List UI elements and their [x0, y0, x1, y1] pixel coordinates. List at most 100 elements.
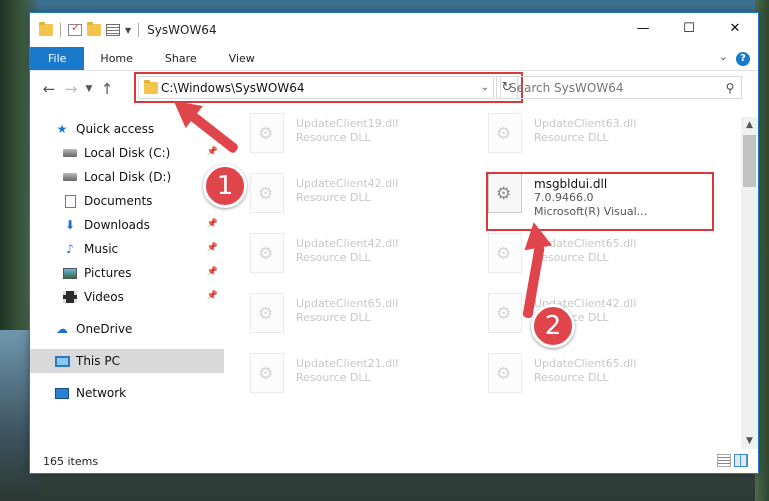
file-description: Resource DLL — [296, 131, 371, 144]
star-icon: ★ — [56, 122, 68, 136]
file-name: msgbldui.dll — [534, 177, 608, 191]
annotation-arrowhead-2 — [519, 219, 553, 251]
sidebar-item-label: Network — [76, 386, 127, 400]
address-bar[interactable]: C:\Windows\SysWOW64 ⌄ — [138, 76, 494, 99]
large-icons-view-icon[interactable] — [734, 454, 748, 467]
maximize-button[interactable]: ☐ — [666, 13, 712, 43]
file-tile[interactable]: UpdateClient42.dllResource DLL — [250, 173, 470, 223]
up-arrow-icon[interactable]: ↑ — [96, 80, 118, 98]
videos-icon — [62, 290, 78, 304]
file-tile[interactable]: UpdateClient65.dllResource DLL — [488, 233, 708, 283]
minimize-button[interactable]: — — [620, 13, 666, 43]
scroll-down-arrow-icon[interactable]: ▼ — [741, 433, 758, 449]
file-version: 7.0.9466.0 — [534, 191, 594, 204]
window-title: SysWOW64 — [147, 23, 217, 37]
view-switcher — [717, 454, 748, 467]
file-tile-msgbldui[interactable]: msgbldui.dll 7.0.9466.0 Microsoft(R) Vis… — [488, 173, 708, 223]
dll-file-icon — [488, 113, 522, 153]
properties-icon[interactable] — [106, 24, 120, 36]
sidebar-item-local-disk-d[interactable]: Local Disk (D:) — [30, 165, 224, 189]
folder-icon — [144, 80, 158, 94]
status-bar: 165 items — [30, 449, 758, 473]
vertical-scrollbar[interactable]: ▲ ▼ — [741, 117, 758, 449]
pin-icon[interactable]: 📌 — [207, 291, 218, 301]
sidebar-item-label: Downloads — [84, 218, 150, 232]
toolbar-divider — [60, 23, 61, 37]
sidebar-item-label: Pictures — [84, 266, 132, 280]
file-name: UpdateClient21.dll — [296, 357, 399, 370]
dll-file-icon — [488, 353, 522, 393]
pictures-icon — [62, 266, 78, 280]
toolbar-divider — [138, 23, 140, 37]
file-tile[interactable]: UpdateClient63.dllResource DLL — [488, 113, 708, 163]
window-controls: — ☐ ✕ — [620, 13, 758, 43]
file-name: UpdateClient65.dll — [534, 357, 637, 370]
sidebar-item-label: Videos — [84, 290, 124, 304]
sidebar-item-music[interactable]: ♪ Music 📌 — [30, 237, 224, 261]
sidebar-item-downloads[interactable]: ⬇ Downloads 📌 — [30, 213, 224, 237]
recent-locations-chevron-icon[interactable]: ▼ — [82, 84, 96, 94]
address-path[interactable]: C:\Windows\SysWOW64 — [161, 81, 477, 95]
file-name: UpdateClient42.dll — [296, 237, 399, 250]
expand-ribbon-chevron-icon[interactable]: ⌄ — [719, 50, 728, 63]
sidebar-item-label: Music — [84, 242, 119, 256]
file-tile[interactable]: UpdateClient65.dllResource DLL — [488, 353, 708, 403]
search-icon[interactable]: ⚲ — [719, 81, 741, 95]
sidebar-item-this-pc[interactable]: This PC — [30, 349, 224, 373]
pin-icon[interactable]: 📌 — [207, 267, 218, 277]
sidebar-item-local-disk-c[interactable]: Local Disk (C:) 📌 — [30, 141, 224, 165]
downloads-icon: ⬇ — [64, 218, 76, 232]
file-description: Resource DLL — [534, 251, 609, 264]
file-name: UpdateClient63.dll — [534, 117, 637, 130]
address-dropdown-chevron-icon[interactable]: ⌄ — [477, 82, 493, 93]
forward-arrow-icon[interactable]: → — [60, 80, 82, 98]
step-2-badge: 2 — [531, 304, 575, 348]
scroll-up-arrow-icon[interactable]: ▲ — [741, 117, 758, 133]
dll-file-icon — [250, 173, 284, 213]
tab-view[interactable]: View — [213, 47, 271, 70]
music-icon: ♪ — [66, 242, 74, 256]
tab-file[interactable]: File — [30, 47, 85, 70]
pin-icon[interactable]: 📌 — [207, 219, 218, 229]
quick-access-toolbar: ▼ — [30, 21, 141, 37]
sidebar-item-pictures[interactable]: Pictures 📌 — [30, 261, 224, 285]
help-icon[interactable]: ? — [736, 52, 750, 66]
folder-icon[interactable] — [39, 22, 53, 36]
tab-home[interactable]: Home — [84, 47, 148, 70]
file-tile[interactable]: UpdateClient42.dllResource DLL — [488, 293, 708, 343]
sidebar-item-label: Local Disk (C:) — [84, 146, 171, 160]
computer-icon — [54, 354, 70, 368]
file-name: UpdateClient19.dll — [296, 117, 399, 130]
sidebar-item-videos[interactable]: Videos 📌 — [30, 285, 224, 309]
main-area: ★ Quick access Local Disk (C:) 📌 Local D… — [30, 107, 758, 449]
pin-icon[interactable]: 📌 — [207, 243, 218, 253]
customize-toolbar-chevron-icon[interactable]: ▼ — [125, 26, 131, 35]
sidebar-item-label: Documents — [84, 194, 153, 208]
close-button[interactable]: ✕ — [712, 13, 758, 43]
file-description: Resource DLL — [296, 311, 371, 324]
search-box[interactable]: ⚲ — [500, 76, 742, 99]
file-tile[interactable]: UpdateClient21.dllResource DLL — [250, 353, 470, 403]
file-tile[interactable]: UpdateClient42.dllResource DLL — [250, 233, 470, 283]
sidebar-item-label: Quick access — [76, 122, 155, 136]
tab-share[interactable]: Share — [149, 47, 213, 70]
file-tile[interactable]: UpdateClient65.dllResource DLL — [250, 293, 470, 343]
dll-file-icon — [250, 353, 284, 393]
sidebar-item-onedrive[interactable]: ☁ OneDrive — [30, 317, 224, 341]
new-folder-icon[interactable] — [87, 22, 101, 36]
back-arrow-icon[interactable]: ← — [38, 80, 60, 98]
file-name: UpdateClient42.dll — [296, 177, 399, 190]
details-view-icon[interactable] — [717, 454, 731, 467]
drive-icon — [62, 170, 78, 184]
navigation-bar: ← → ▼ ↑ C:\Windows\SysWOW64 ⌄ ↻ ⚲ — [30, 71, 758, 107]
search-input[interactable] — [501, 80, 719, 95]
sidebar-item-label: This PC — [76, 354, 120, 368]
scroll-thumb[interactable] — [743, 135, 756, 187]
sidebar-item-documents[interactable]: Documents — [30, 189, 224, 213]
sidebar-item-network[interactable]: Network — [30, 381, 224, 405]
properties-check-icon[interactable] — [68, 21, 82, 36]
file-description: Resource DLL — [296, 251, 371, 264]
file-description: Resource DLL — [296, 191, 371, 204]
pin-icon[interactable]: 📌 — [207, 147, 218, 157]
file-tile[interactable]: UpdateClient19.dllResource DLL — [250, 113, 470, 163]
